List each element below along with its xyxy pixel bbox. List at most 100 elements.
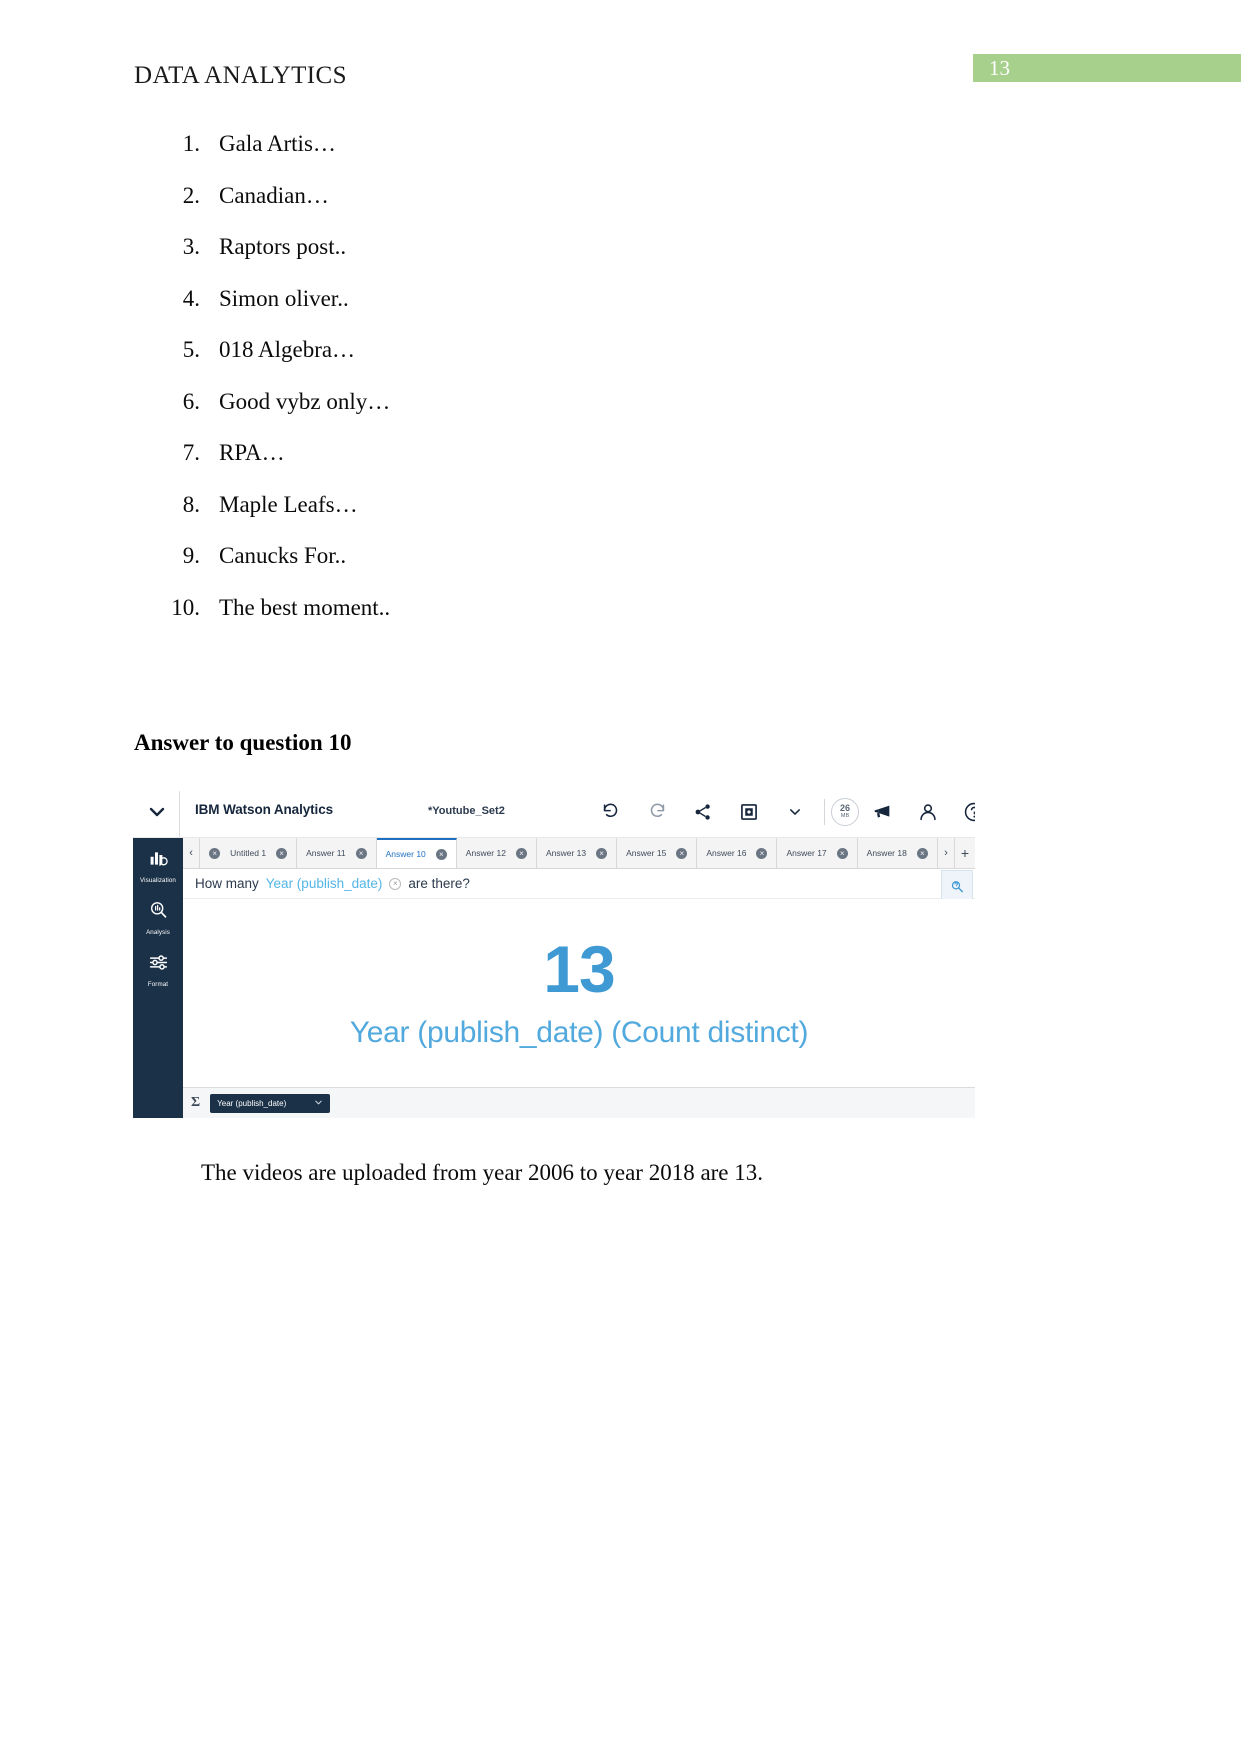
format-icon	[148, 952, 169, 978]
tab-label: Answer 16	[706, 848, 747, 858]
answer-heading: Answer to question 10	[134, 730, 352, 755]
tab-label: Answer 13	[545, 848, 587, 858]
page-number: 13	[989, 56, 1010, 80]
tab-label: Answer 17	[786, 848, 827, 858]
numbered-list: 1. Gala Artis… 2. Canadian… 3. Raptors post..…	[166, 131, 866, 646]
app-topbar: IBM Watson Analytics *Youtube_Set2 26 MB	[133, 785, 975, 838]
question-suffix: are there?	[408, 876, 470, 891]
rail-item-format[interactable]: Format	[133, 942, 183, 994]
kpi-caption: Year (publish_date) (Count distinct)	[349, 1016, 809, 1049]
close-icon[interactable]: ×	[435, 848, 447, 860]
topbar-icon-group: 26 MB	[588, 795, 975, 829]
close-icon[interactable]: ×	[916, 847, 928, 859]
data-slot-bar: Σ Year (publish_date)	[183, 1087, 975, 1118]
close-icon[interactable]: ×	[276, 847, 288, 859]
list-item: 10. The best moment..	[166, 595, 866, 647]
list-item-marker: 3.	[182, 234, 200, 259]
close-icon[interactable]: ×	[836, 847, 848, 859]
tab-answer-10[interactable]: Answer 10 ×	[376, 838, 457, 868]
question-bar[interactable]: How many Year (publish_date) × are there…	[183, 869, 975, 904]
tab-answer-11[interactable]: Answer 11 ×	[297, 838, 377, 868]
help-icon[interactable]	[951, 795, 975, 829]
tab-answer-13[interactable]: Answer 13 ×	[536, 838, 618, 868]
list-item: 1. Gala Artis…	[166, 131, 866, 183]
redo-icon[interactable]	[634, 795, 680, 829]
save-icon[interactable]	[726, 795, 772, 829]
tab-label: Untitled 1	[230, 848, 267, 858]
list-item-label: Raptors post..	[219, 234, 347, 259]
close-icon[interactable]: ×	[756, 847, 768, 859]
analysis-icon	[148, 900, 169, 926]
close-icon[interactable]: ×	[355, 847, 367, 859]
list-item-label: RPA…	[219, 440, 285, 465]
chevron-down-icon[interactable]	[147, 802, 167, 822]
storage-amount: 26	[839, 803, 850, 814]
closing-paragraph: The videos are uploaded from year 2006 t…	[201, 1160, 764, 1185]
list-item-marker: 6.	[182, 388, 200, 414]
tab-label: Answer 10	[385, 849, 426, 859]
list-item-label: Simon oliver..	[219, 285, 349, 311]
list-item-label: 018 Algebra…	[219, 337, 356, 362]
close-icon[interactable]: ×	[209, 847, 221, 859]
rail-item-label: Visualization	[140, 877, 176, 884]
rail-item-analysis[interactable]: Analysis	[133, 890, 183, 942]
list-item-marker: 1.	[182, 131, 200, 156]
chevron-down-icon[interactable]	[772, 795, 818, 829]
list-item-marker: 7.	[182, 440, 200, 465]
close-icon[interactable]: ×	[515, 847, 527, 859]
sigma-icon: Σ	[191, 1095, 201, 1110]
list-item-label: The best moment..	[219, 594, 391, 620]
visualization-canvas: 13 Year (publish_date) (Count distinct)	[183, 899, 975, 1087]
rail-item-label: Format	[147, 981, 169, 988]
list-item-label: Canadian…	[219, 182, 329, 208]
tab-answer-15[interactable]: Answer 15 ×	[617, 838, 698, 868]
list-item: 8. Maple Leafs…	[166, 492, 866, 544]
list-item: 3. Raptors post..	[166, 234, 866, 286]
list-item-marker: 8.	[182, 491, 200, 517]
list-item: 2. Canadian…	[166, 183, 866, 235]
question-token[interactable]: Year (publish_date)	[266, 876, 383, 891]
undo-icon[interactable]	[588, 795, 634, 829]
tab-label: Answer 11	[306, 848, 346, 858]
rail-item-visualization[interactable]: Visualization	[133, 838, 183, 890]
tab-answer-12[interactable]: Answer 12 ×	[456, 838, 537, 868]
list-item-label: Canucks For..	[219, 543, 347, 568]
list-item: 4. Simon oliver..	[166, 286, 866, 338]
dataset-name: *Youtube_Set2	[428, 805, 505, 817]
close-icon[interactable]: ×	[676, 847, 688, 859]
tab-label: Answer 12	[465, 848, 506, 858]
list-item-marker: 10.	[171, 594, 200, 620]
tab-next-button[interactable]: ›	[937, 838, 955, 868]
chevron-down-icon[interactable]	[314, 1098, 323, 1109]
list-item: 9. Canucks For..	[166, 543, 866, 595]
question-prefix: How many	[195, 876, 259, 891]
tab-untitled-1[interactable]: × Untitled 1 ×	[200, 838, 298, 868]
close-icon[interactable]: ×	[596, 847, 608, 859]
tab-label: Answer 18	[866, 848, 907, 858]
list-item-marker: 4.	[182, 285, 200, 311]
tab-answer-17[interactable]: Answer 17 ×	[777, 838, 858, 868]
document-title: DATA ANALYTICS	[134, 62, 347, 89]
add-tab-button[interactable]: +	[955, 838, 975, 868]
user-icon[interactable]	[905, 795, 951, 829]
share-icon[interactable]	[680, 795, 726, 829]
list-item: 5. 018 Algebra…	[166, 337, 866, 389]
megaphone-icon[interactable]	[859, 795, 905, 829]
close-icon[interactable]: ×	[389, 877, 402, 890]
page-header: DATA ANALYTICS 13	[0, 0, 1241, 110]
list-item-label: Maple Leafs…	[219, 491, 358, 517]
page-number-badge: 13	[973, 54, 1241, 82]
tab-answer-16[interactable]: Answer 16 ×	[697, 838, 778, 868]
visualization-icon	[148, 848, 169, 874]
storage-size-badge: 26 MB	[831, 798, 859, 826]
data-field-pill[interactable]: Year (publish_date)	[210, 1093, 331, 1113]
kpi-value: 13	[543, 932, 615, 1006]
tab-prev-button[interactable]: ‹	[183, 838, 201, 868]
list-item-marker: 2.	[182, 182, 200, 208]
tab-answer-18[interactable]: Answer 18 ×	[857, 838, 938, 868]
list-item: 7. RPA…	[166, 440, 866, 492]
storage-unit: MB	[840, 813, 850, 820]
app-left-rail: Visualization Analysis Format	[133, 838, 183, 1118]
app-tab-strip: ‹ × Untitled 1 × Answer 11 × Answer 10 × Answer …	[183, 838, 975, 869]
topbar-divider	[179, 791, 180, 837]
